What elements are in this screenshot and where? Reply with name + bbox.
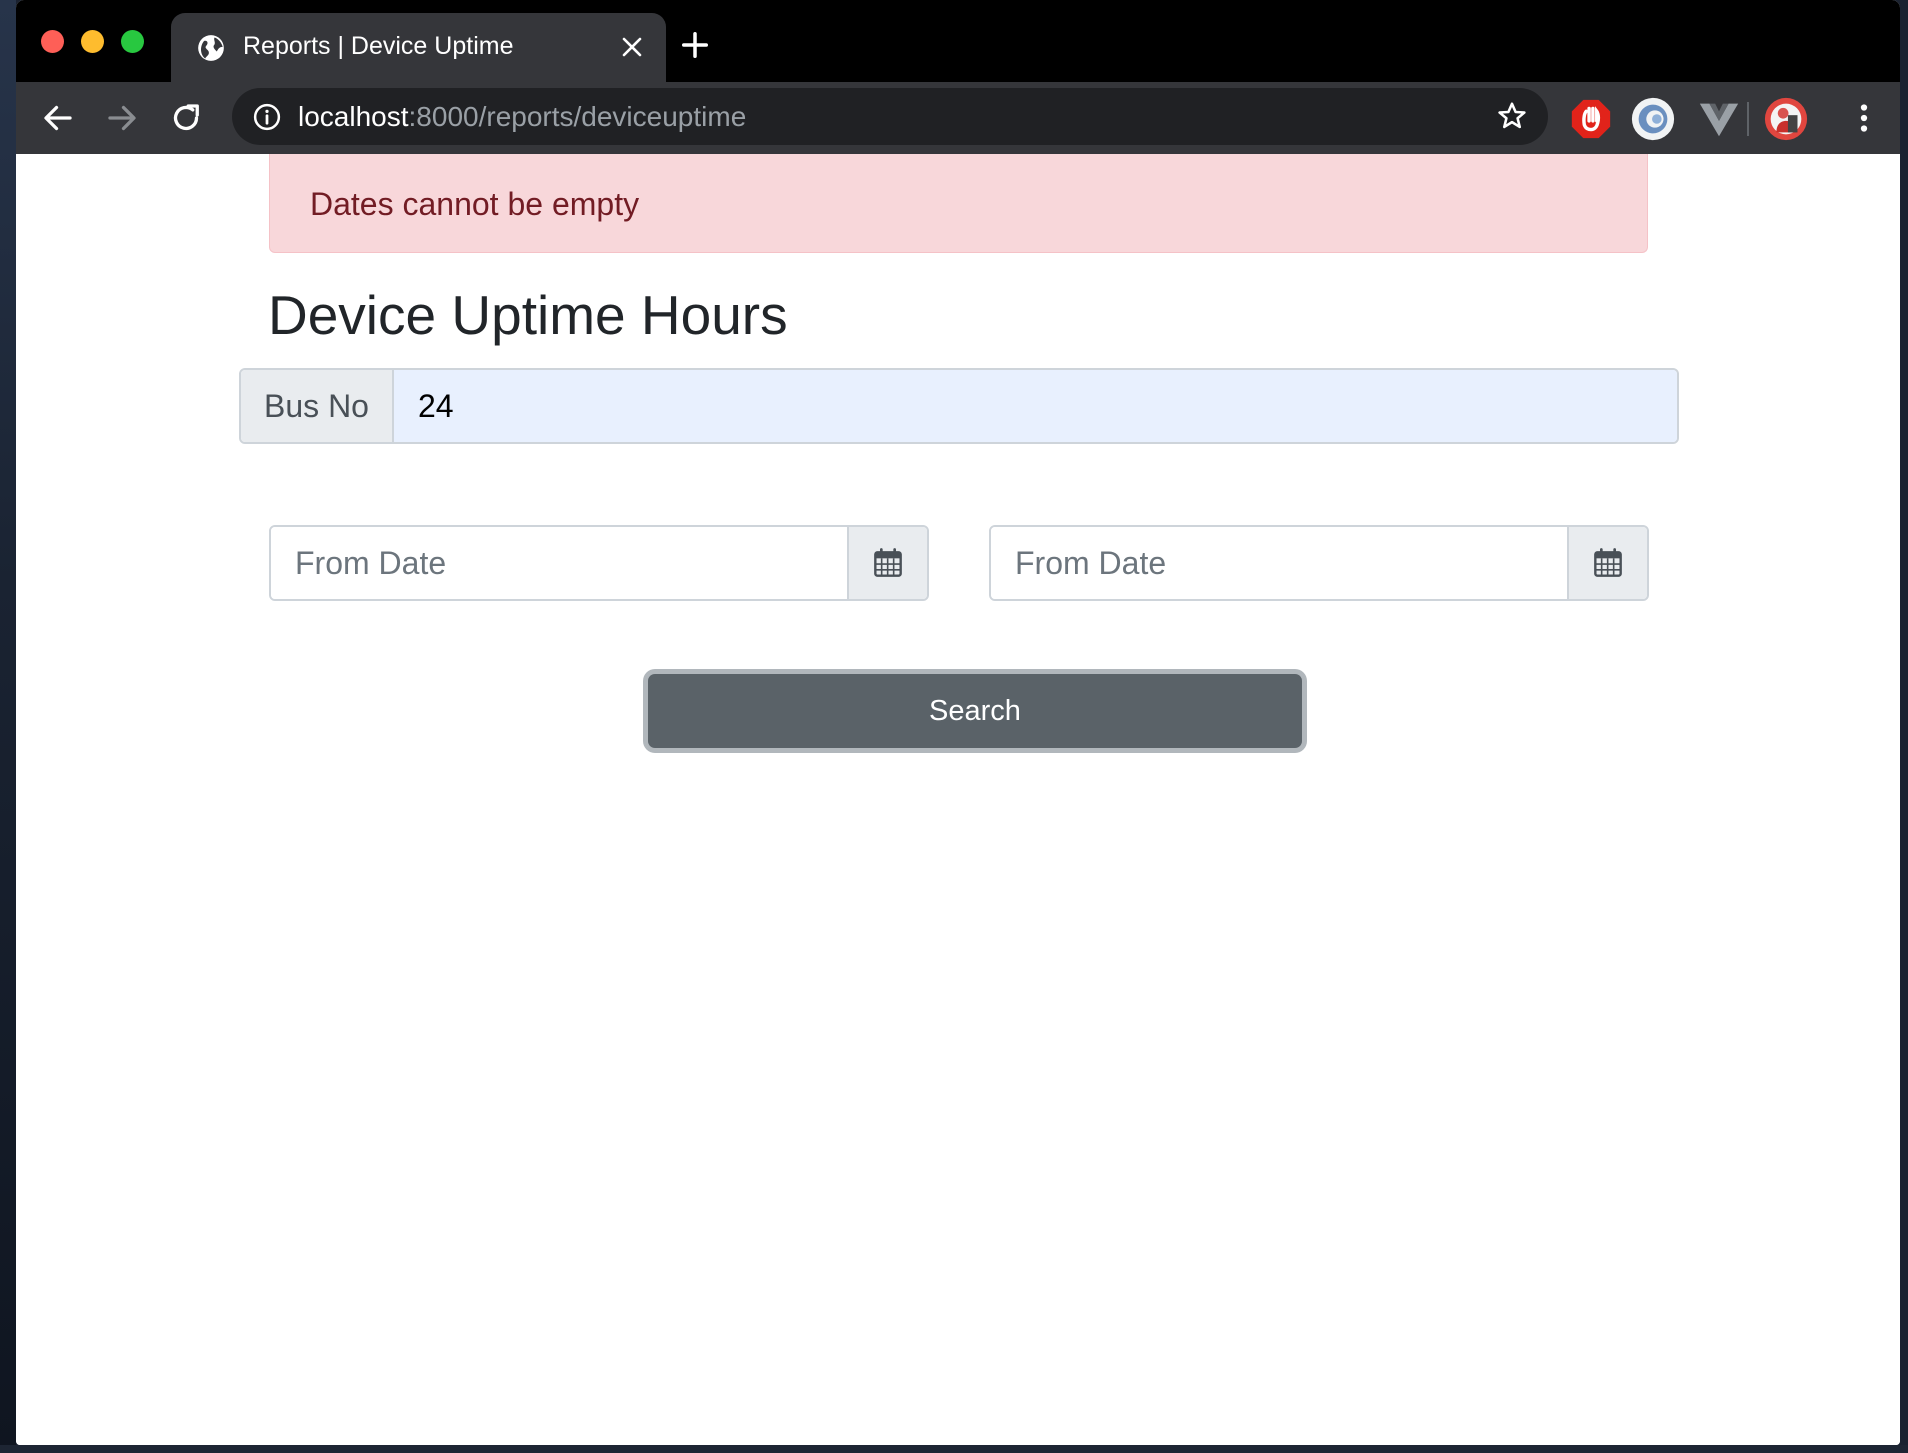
bus-no-input[interactable] — [394, 370, 1677, 442]
bus-no-group: Bus No — [239, 368, 1679, 444]
toolbar-separator — [1747, 102, 1749, 136]
profile-avatar-icon[interactable] — [1763, 96, 1809, 142]
calendar-icon — [1594, 548, 1622, 577]
to-date-group — [989, 525, 1649, 601]
reload-icon[interactable] — [168, 100, 204, 136]
tab-title: Reports | Device Uptime — [243, 32, 514, 60]
desktop-edge-bottom — [0, 1445, 1908, 1453]
tab-active[interactable]: Reports | Device Uptime — [171, 13, 666, 82]
info-icon[interactable] — [252, 102, 282, 132]
back-arrow-icon[interactable] — [40, 100, 76, 136]
minimize-window-button[interactable] — [81, 30, 104, 53]
forward-arrow-icon[interactable] — [104, 100, 140, 136]
more-options-icon[interactable] — [1846, 100, 1882, 136]
from-date-calendar-button[interactable] — [847, 527, 927, 599]
tab-strip: Reports | Device Uptime — [16, 0, 1900, 82]
alert-message: Dates cannot be empty — [310, 186, 640, 222]
calendar-icon — [874, 548, 902, 577]
desktop-edge — [1900, 0, 1908, 1453]
from-date-input[interactable] — [271, 527, 847, 599]
address-bar[interactable]: localhost:8000/reports/deviceuptime — [232, 88, 1548, 145]
desktop-background — [0, 0, 16, 1453]
search-button[interactable]: Search — [648, 674, 1302, 748]
close-tab-icon[interactable] — [620, 35, 644, 59]
from-date-group — [269, 525, 929, 601]
bus-no-label: Bus No — [241, 370, 394, 442]
page-title: Device Uptime Hours — [268, 284, 788, 346]
vue-devtools-icon[interactable] — [1696, 96, 1742, 142]
url-path: :8000/reports/deviceuptime — [408, 101, 747, 132]
globe-icon — [198, 35, 224, 61]
maximize-window-button[interactable] — [121, 30, 144, 53]
error-alert: Dates cannot be empty — [269, 154, 1648, 253]
browser-window: Reports | Device Uptime localhost:8000/r… — [16, 0, 1900, 1445]
adblock-icon[interactable] — [1568, 96, 1614, 142]
avatar-extension-icon[interactable] — [1630, 96, 1676, 142]
url-text[interactable]: localhost:8000/reports/deviceuptime — [298, 88, 746, 145]
bookmark-star-icon[interactable] — [1496, 100, 1528, 132]
new-tab-icon[interactable] — [680, 30, 710, 60]
page-content: Dates cannot be empty Device Uptime Hour… — [16, 154, 1900, 1445]
to-date-input[interactable] — [991, 527, 1567, 599]
to-date-calendar-button[interactable] — [1567, 527, 1647, 599]
close-window-button[interactable] — [41, 30, 64, 53]
browser-toolbar: localhost:8000/reports/deviceuptime — [16, 82, 1900, 154]
url-host: localhost — [298, 101, 409, 132]
